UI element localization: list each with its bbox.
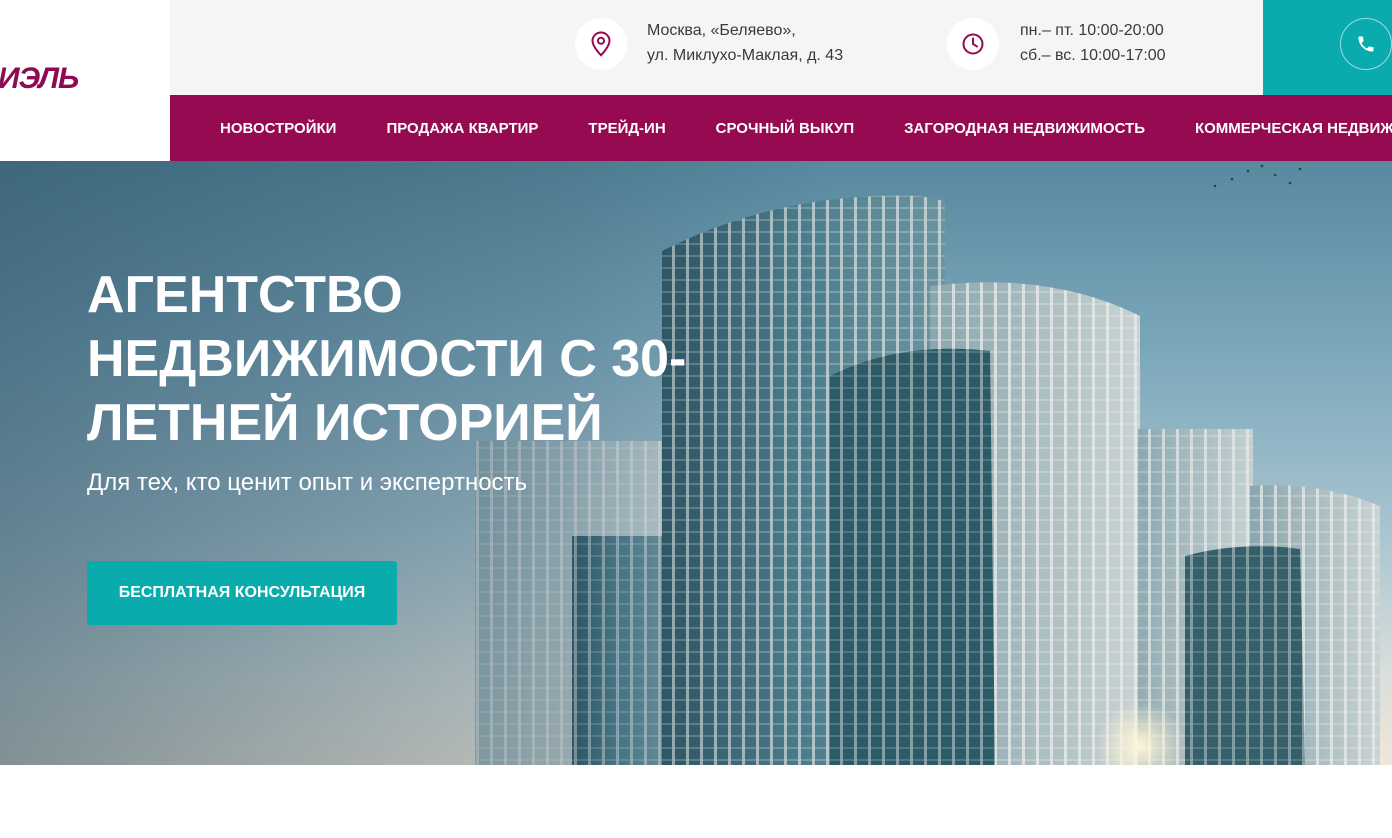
nav-item-new-buildings[interactable]: НОВОСТРОЙКИ xyxy=(220,120,336,137)
nav-item-commercial-property[interactable]: КОММЕРЧЕСКАЯ НЕДВИЖИМОСТЬ xyxy=(1195,120,1392,137)
address-line-2: ул. Миклухо-Маклая, д. 43 xyxy=(647,47,844,64)
phone-icon xyxy=(1358,36,1374,52)
free-consultation-button[interactable]: БЕСПЛАТНАЯ КОНСУЛЬТАЦИЯ xyxy=(87,561,397,625)
nav-item-trade-in[interactable]: ТРЕЙД-ИН xyxy=(588,120,665,137)
clock-icon xyxy=(947,18,999,70)
phone-block xyxy=(1263,0,1392,95)
location-pin-icon xyxy=(575,18,627,70)
main-navigation: НОВОСТРОЙКИ ПРОДАЖА КВАРТИР ТРЕЙД-ИН СРО… xyxy=(170,95,1392,161)
nav-item-apartment-sales[interactable]: ПРОДАЖА КВАРТИР xyxy=(386,120,538,137)
hero-title: АГЕНТСТВО НЕДВИЖИМОСТИ С 30-ЛЕТНЕЙ ИСТОР… xyxy=(87,266,687,452)
top-info-bar: Москва, «Беляево», ул. Миклухо-Маклая, д… xyxy=(170,0,1263,95)
hero-subtitle: Для тех, кто ценит опыт и экспертность xyxy=(87,469,528,496)
working-hours: пн.– пт. 10:00-20:00 сб.– вс. 10:00-17:0… xyxy=(1020,18,1166,68)
hero-overlay xyxy=(0,161,1392,765)
hours-weekdays: пн.– пт. 10:00-20:00 xyxy=(1020,22,1164,39)
logo-area[interactable]: ИЭЛЬ xyxy=(0,0,170,160)
address-line-1: Москва, «Беляево», xyxy=(647,22,796,39)
nav-item-urgent-buyout[interactable]: СРОЧНЫЙ ВЫКУП xyxy=(716,120,854,137)
address: Москва, «Беляево», ул. Миклухо-Маклая, д… xyxy=(647,18,843,68)
hours-weekend: сб.– вс. 10:00-17:00 xyxy=(1020,47,1166,64)
nav-item-country-property[interactable]: ЗАГОРОДНАЯ НЕДВИЖИМОСТЬ xyxy=(904,120,1145,137)
hero-banner: АГЕНТСТВО НЕДВИЖИМОСТИ С 30-ЛЕТНЕЙ ИСТОР… xyxy=(0,161,1392,765)
phone-button[interactable] xyxy=(1340,18,1392,70)
logo[interactable]: ИЭЛЬ xyxy=(0,62,79,96)
